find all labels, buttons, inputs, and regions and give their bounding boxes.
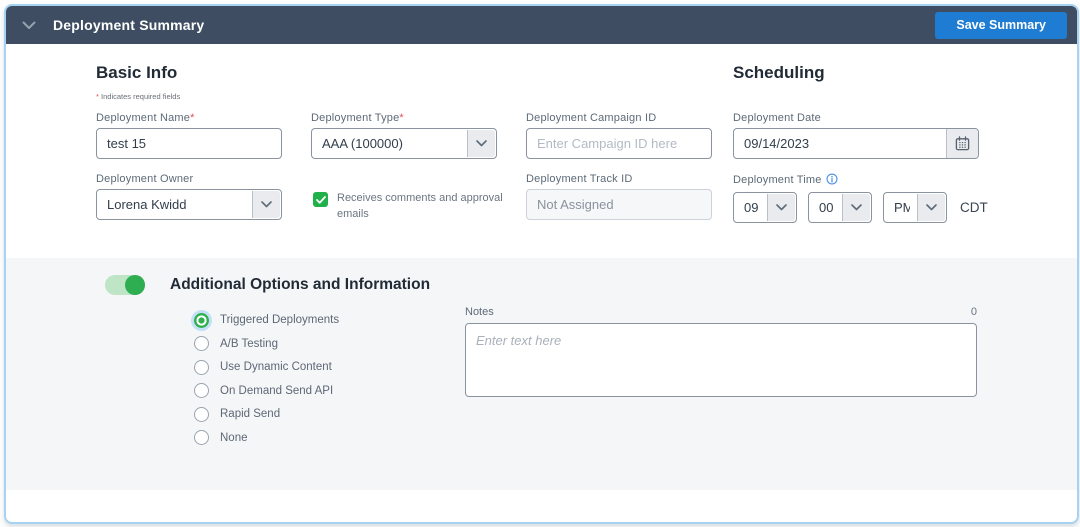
info-icon[interactable] — [826, 173, 838, 188]
deployment-track-id-label: Deployment Track ID — [526, 173, 712, 185]
radio-icon — [194, 430, 209, 445]
additional-options-toggle[interactable] — [105, 275, 145, 295]
radio-on-demand-send-api[interactable]: On Demand Send API — [194, 383, 339, 399]
radio-selected-icon — [194, 313, 209, 328]
toggle-knob — [125, 275, 145, 295]
radio-use-dynamic-content[interactable]: Use Dynamic Content — [194, 359, 339, 375]
radio-rapid-send[interactable]: Rapid Send — [194, 406, 339, 422]
notes-field: Notes 0 — [465, 306, 977, 402]
deployment-track-id-input — [526, 189, 712, 220]
notes-textarea[interactable] — [465, 323, 977, 397]
receives-comments-checkbox[interactable]: Receives comments and approval emails — [313, 191, 513, 223]
calendar-icon[interactable] — [946, 129, 978, 158]
deployment-name-label: Deployment Name* — [96, 112, 282, 124]
deployment-owner-label: Deployment Owner — [96, 173, 282, 185]
radio-icon — [194, 336, 209, 351]
chevron-down-icon — [467, 130, 495, 157]
panel-header: Deployment Summary Save Summary — [6, 6, 1077, 44]
radio-none[interactable]: None — [194, 430, 339, 446]
time-hour-select[interactable]: 09 — [733, 192, 797, 223]
required-fields-note: * Indicates required fields — [96, 92, 180, 101]
panel-title: Deployment Summary — [53, 17, 204, 33]
notes-label: Notes — [465, 306, 494, 318]
deployment-date-label: Deployment Date — [733, 112, 979, 124]
save-summary-button[interactable]: Save Summary — [935, 12, 1067, 39]
additional-options-heading: Additional Options and Information — [170, 276, 430, 294]
required-asterisk: * — [96, 92, 99, 101]
radio-icon — [194, 360, 209, 375]
chevron-down-icon — [842, 194, 870, 221]
receives-comments-label: Receives comments and approval emails — [337, 191, 513, 223]
time-meridiem-select[interactable]: PM — [883, 192, 947, 223]
deployment-campaign-id-label: Deployment Campaign ID — [526, 112, 712, 124]
radio-triggered-deployments[interactable]: Triggered Deployments — [194, 312, 339, 328]
time-minute-select[interactable]: 00 — [808, 192, 872, 223]
radio-icon — [194, 407, 209, 422]
deployment-time-label: Deployment Time — [733, 173, 993, 188]
deployment-owner-select[interactable]: Lorena Kwidd — [96, 189, 282, 220]
deployment-campaign-id-input[interactable] — [526, 128, 712, 159]
basic-info-heading: Basic Info — [96, 63, 177, 83]
deployment-name-input[interactable] — [96, 128, 282, 159]
deployment-type-select[interactable]: AAA (100000) — [311, 128, 497, 159]
deployment-date-input[interactable] — [733, 128, 979, 159]
chevron-down-icon — [767, 194, 795, 221]
deployment-type-label: Deployment Type* — [311, 112, 497, 124]
chevron-down-icon — [917, 194, 945, 221]
scheduling-heading: Scheduling — [733, 63, 825, 83]
additional-options-section: Additional Options and Information Trigg… — [6, 258, 1077, 490]
timezone-label: CDT — [960, 200, 988, 215]
radio-ab-testing[interactable]: A/B Testing — [194, 336, 339, 352]
checkbox-checked-icon — [313, 192, 328, 207]
radio-icon — [194, 383, 209, 398]
notes-char-counter: 0 — [971, 306, 977, 318]
chevron-down-icon — [252, 191, 280, 218]
collapse-chevron-down-icon[interactable] — [22, 21, 36, 30]
deployment-summary-panel: Deployment Summary Save Summary Basic In… — [4, 4, 1079, 524]
deployment-option-radio-group: Triggered Deployments A/B Testing Use Dy… — [194, 312, 339, 453]
